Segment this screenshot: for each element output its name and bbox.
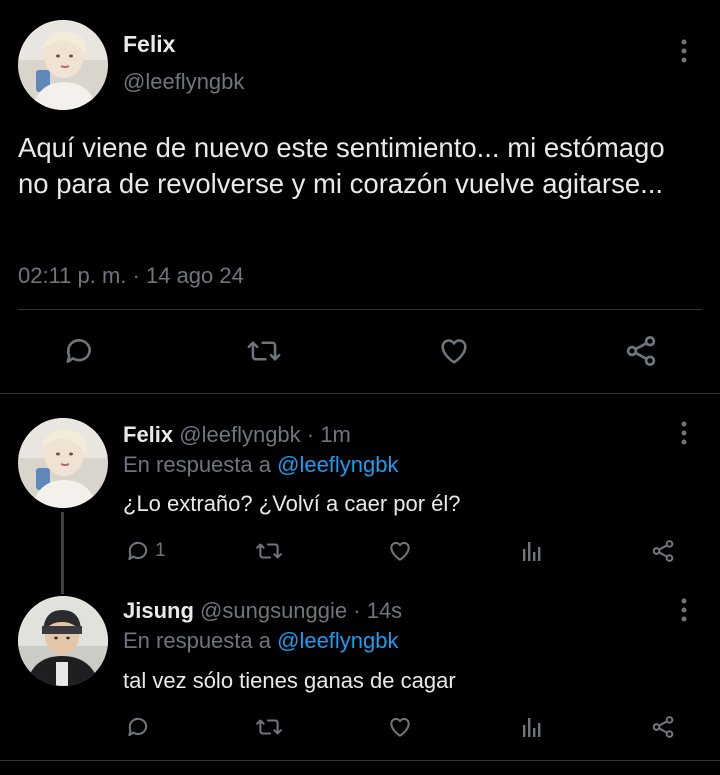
author-name[interactable]: Felix (123, 422, 173, 447)
reply-prefix: En respuesta a (123, 628, 271, 653)
share-icon (650, 538, 676, 564)
tweet-text: Aquí viene de nuevo este sentimiento... … (18, 132, 665, 199)
views-button[interactable] (520, 539, 544, 563)
reply-context: En respuesta a @leeflyngbk (123, 628, 399, 654)
retweet-icon (255, 538, 283, 564)
like-button[interactable] (387, 538, 413, 564)
thread-line (61, 512, 64, 594)
author-handle[interactable]: @sungsunggie (200, 598, 347, 623)
like-icon (387, 714, 413, 740)
like-icon (387, 538, 413, 564)
reply-context: En respuesta a @leeflyngbk (123, 452, 399, 478)
views-button[interactable] (520, 715, 544, 739)
author-name[interactable]: Jisung (123, 598, 194, 623)
share-icon (650, 714, 676, 740)
divider (0, 760, 720, 761)
retweet-button[interactable] (255, 714, 283, 740)
divider (18, 309, 702, 310)
reply-prefix: En respuesta a (123, 452, 271, 477)
reply-button[interactable] (62, 334, 96, 368)
reply-icon (125, 538, 151, 564)
avatar[interactable] (18, 596, 108, 686)
reply-icon (62, 334, 96, 368)
more-options-icon[interactable] (672, 32, 696, 72)
reply-text: ¿Lo extraño? ¿Volví a caer por él? (123, 491, 461, 516)
reply-icon (125, 714, 151, 740)
reply-header: Felix @leeflyngbk · 1m (123, 422, 351, 448)
avatar[interactable] (18, 20, 108, 110)
mention-link[interactable]: @leeflyngbk (277, 628, 398, 653)
reply-text: tal vez sólo tienes ganas de cagar (123, 668, 456, 693)
share-icon (623, 333, 659, 369)
share-button[interactable] (650, 538, 676, 564)
author-handle[interactable]: @leeflyngbk (123, 69, 244, 95)
analytics-icon (520, 715, 544, 739)
divider (0, 393, 720, 394)
author-handle[interactable]: @leeflyngbk (179, 422, 300, 447)
share-button[interactable] (650, 714, 676, 740)
retweet-icon (246, 334, 282, 368)
more-options-icon[interactable] (672, 591, 696, 631)
like-icon (437, 334, 471, 368)
reply-button[interactable] (125, 714, 151, 740)
reply-count: 1 (155, 540, 166, 561)
reply-header: Jisung @sungsunggie · 14s (123, 598, 402, 624)
reply-button[interactable]: 1 (125, 538, 166, 564)
share-button[interactable] (623, 333, 659, 369)
more-options-icon[interactable] (672, 414, 696, 454)
like-button[interactable] (437, 334, 471, 368)
reply-time[interactable]: · 14s (353, 598, 402, 623)
like-button[interactable] (387, 714, 413, 740)
tweet-timestamp[interactable]: 02:11 p. m. · 14 ago 24 (18, 263, 244, 289)
retweet-icon (255, 714, 283, 740)
reply-time[interactable]: · 1m (307, 422, 351, 447)
avatar[interactable] (18, 418, 108, 508)
retweet-button[interactable] (255, 538, 283, 564)
author-name[interactable]: Felix (123, 31, 175, 58)
mention-link[interactable]: @leeflyngbk (277, 452, 398, 477)
retweet-button[interactable] (246, 334, 282, 368)
analytics-icon (520, 539, 544, 563)
